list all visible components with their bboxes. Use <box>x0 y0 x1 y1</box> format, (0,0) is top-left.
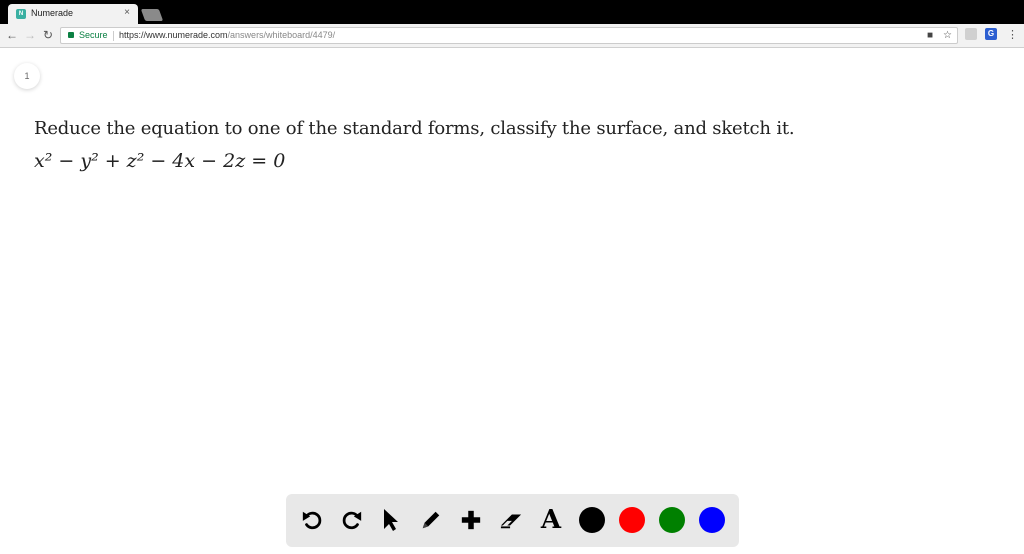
question-text: Reduce the equation to one of the standa… <box>34 118 795 139</box>
numerade-favicon-icon: N <box>16 9 26 19</box>
extension-g-icon[interactable]: G <box>985 28 997 40</box>
forward-arrow-icon[interactable]: → <box>22 27 38 43</box>
reload-icon[interactable]: ↻ <box>40 27 56 43</box>
secure-label: Secure <box>79 30 108 40</box>
text-icon[interactable]: A <box>538 505 564 535</box>
url-host: https://www.numerade.com <box>119 30 228 40</box>
undo-icon[interactable] <box>299 507 325 533</box>
chrome-menu-icon[interactable]: ⋮ <box>1007 29 1018 41</box>
tab-title: Numerade <box>31 8 74 18</box>
whiteboard-toolbar: A <box>286 494 739 547</box>
tab-close-icon[interactable]: × <box>124 7 130 19</box>
lock-icon <box>68 32 74 38</box>
browser-toolbar: ← → ↻ Secure https://www.numerade.com/an… <box>0 24 1024 48</box>
pointer-icon[interactable] <box>377 507 403 533</box>
browser-tab[interactable]: N Numerade × <box>8 4 138 24</box>
address-separator <box>113 31 114 41</box>
extension-icon[interactable] <box>965 28 977 40</box>
plus-icon[interactable] <box>458 507 484 533</box>
color-black-swatch[interactable] <box>579 507 605 533</box>
address-bar[interactable]: Secure https://www.numerade.com/answers/… <box>60 27 958 44</box>
back-arrow-icon[interactable]: ← <box>4 27 20 43</box>
bookmark-star-icon[interactable]: ☆ <box>943 30 952 42</box>
url-path: /answers/whiteboard/4479/ <box>227 30 336 40</box>
redo-icon[interactable] <box>339 507 365 533</box>
new-tab-button[interactable] <box>140 9 164 21</box>
page-number-badge[interactable]: 1 <box>14 63 40 89</box>
pencil-icon[interactable] <box>418 507 444 533</box>
eraser-icon[interactable] <box>498 507 524 533</box>
color-blue-swatch[interactable] <box>699 507 725 533</box>
url-text: https://www.numerade.com/answers/whitebo… <box>119 30 335 40</box>
camera-icon[interactable]: ■ <box>927 30 933 42</box>
color-red-swatch[interactable] <box>619 507 645 533</box>
equation-text: x² − y² + z² − 4x − 2z = 0 <box>34 150 286 172</box>
browser-titlebar: N Numerade × <box>0 0 1024 24</box>
color-green-swatch[interactable] <box>659 507 685 533</box>
